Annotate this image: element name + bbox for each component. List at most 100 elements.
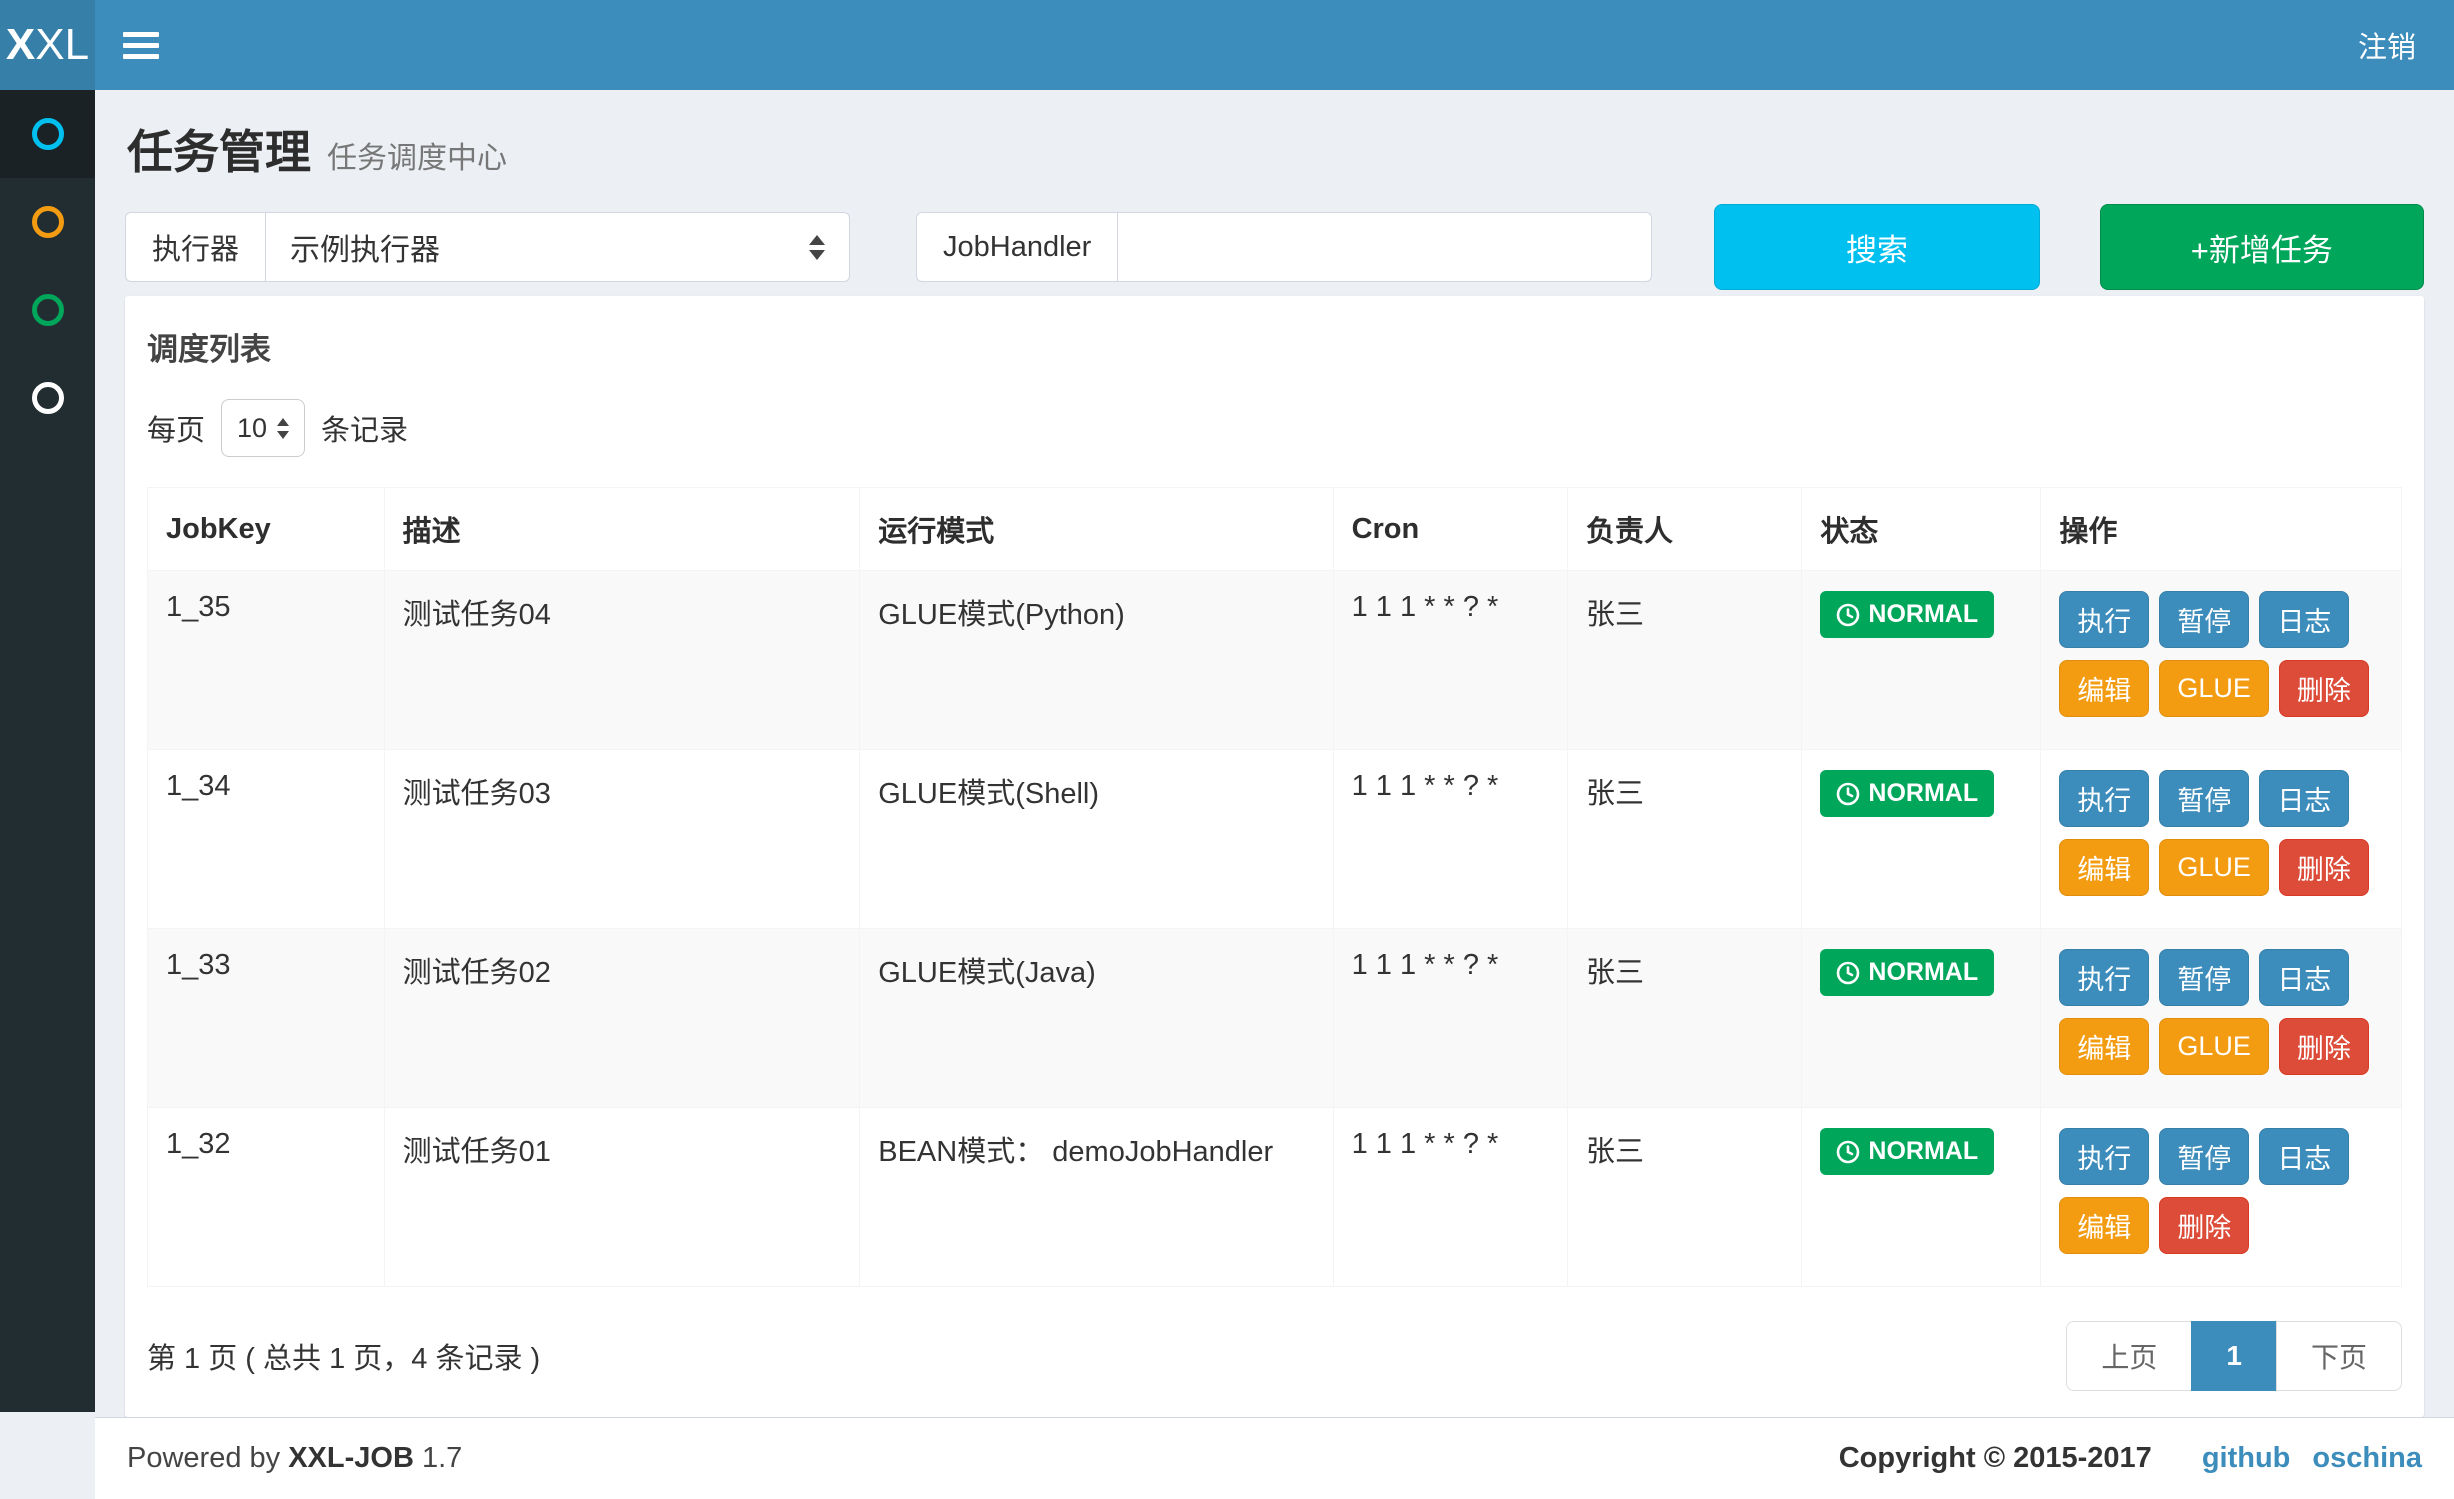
glue-button[interactable]: GLUE	[2159, 1018, 2269, 1075]
edit-button[interactable]: 编辑	[2059, 660, 2149, 717]
run-mode-cell: GLUE模式(Java)	[860, 929, 1333, 1108]
sidebar-toggle-button[interactable]	[95, 0, 187, 90]
pause-button[interactable]: 暂停	[2159, 591, 2249, 648]
sidebar-item-menu-2[interactable]	[0, 178, 95, 266]
app-logo-text-bold: X	[6, 20, 35, 70]
pause-button[interactable]: 暂停	[2159, 949, 2249, 1006]
executor-select[interactable]: 示例执行器	[265, 212, 850, 282]
add-job-button[interactable]: +新增任务	[2100, 204, 2424, 290]
prev-page-button[interactable]: 上页	[2066, 1321, 2192, 1391]
executor-filter-group: 执行器 示例执行器	[125, 212, 850, 282]
column-header: 运行模式	[860, 488, 1333, 571]
description-cell: 测试任务03	[384, 750, 860, 929]
log-button[interactable]: 日志	[2259, 1128, 2349, 1185]
filter-toolbar: 执行器 示例执行器 JobHandler 搜索 +新增任务	[125, 204, 2424, 290]
github-link[interactable]: github	[2202, 1442, 2291, 1474]
action-button-row: 执行暂停日志	[2059, 949, 2383, 1006]
column-header: 状态	[1802, 488, 2041, 571]
search-button[interactable]: 搜索	[1714, 204, 2039, 290]
page-title-text: 任务管理	[127, 116, 311, 182]
log-button[interactable]: 日志	[2259, 770, 2349, 827]
page-size-value: 10	[237, 413, 267, 444]
status-badge: NORMAL	[1820, 591, 1994, 638]
sidebar-item-menu-1[interactable]	[0, 90, 95, 178]
footer-links: github oschina	[2180, 1442, 2422, 1475]
copyright-area: Copyright © 2015-2017 github oschina	[1839, 1442, 2422, 1475]
actions-cell: 执行暂停日志编辑GLUE删除	[2041, 929, 2402, 1108]
select-arrows-icon	[277, 418, 289, 439]
delete-button[interactable]: 删除	[2159, 1197, 2249, 1254]
action-button-row: 编辑删除	[2059, 1197, 2383, 1254]
action-button-row: 编辑GLUE删除	[2059, 660, 2383, 717]
status-badge: NORMAL	[1820, 1128, 1994, 1175]
powered-by-prefix: Powered by	[127, 1442, 280, 1474]
run-button[interactable]: 执行	[2059, 591, 2149, 648]
sidebar-menu	[0, 90, 95, 442]
glue-button[interactable]: GLUE	[2159, 839, 2269, 896]
copyright-text: Copyright © 2015-2017	[1839, 1442, 2152, 1475]
jobkey-cell: 1_33	[148, 929, 385, 1108]
actions-cell: 执行暂停日志编辑GLUE删除	[2041, 750, 2402, 929]
delete-button[interactable]: 删除	[2279, 1018, 2369, 1075]
current-page-button[interactable]: 1	[2191, 1321, 2277, 1391]
cron-cell: 1 1 1 * * ? *	[1333, 1108, 1567, 1287]
edit-button[interactable]: 编辑	[2059, 839, 2149, 896]
jobkey-cell: 1_32	[148, 1108, 385, 1287]
page-title: 任务管理 任务调度中心	[127, 116, 2422, 182]
column-header: Cron	[1333, 488, 1567, 571]
page-size-prefix: 每页	[147, 407, 205, 449]
pause-button[interactable]: 暂停	[2159, 770, 2249, 827]
log-button[interactable]: 日志	[2259, 949, 2349, 1006]
action-button-row: 执行暂停日志	[2059, 770, 2383, 827]
cron-cell: 1 1 1 * * ? *	[1333, 571, 1567, 750]
delete-button[interactable]: 删除	[2279, 660, 2369, 717]
run-button[interactable]: 执行	[2059, 1128, 2149, 1185]
app-logo-text: XL	[35, 20, 89, 70]
hamburger-icon	[123, 54, 159, 59]
pause-button[interactable]: 暂停	[2159, 1128, 2249, 1185]
panel-title: 调度列表	[147, 324, 2402, 369]
sidebar-item-menu-3[interactable]	[0, 266, 95, 354]
table-row: 1_32测试任务01BEAN模式： demoJobHandler1 1 1 * …	[148, 1108, 2402, 1287]
pagination-summary: 第 1 页 ( 总共 1 页，4 条记录 )	[147, 1335, 540, 1377]
actions-cell: 执行暂停日志编辑GLUE删除	[2041, 571, 2402, 750]
column-header: 负责人	[1567, 488, 1801, 571]
content-wrapper: 任务管理 任务调度中心 执行器 示例执行器 JobHandler 搜索 +新增任…	[95, 90, 2454, 1417]
schedule-list-panel: 调度列表 每页 10 条记录 JobKey描述运行模式Cron负责人状态操作 1…	[125, 296, 2424, 1417]
owner-cell: 张三	[1567, 1108, 1801, 1287]
circle-icon	[32, 206, 64, 238]
circle-icon	[32, 118, 64, 150]
app-logo[interactable]: XXL	[0, 0, 95, 90]
table-row: 1_34测试任务03GLUE模式(Shell)1 1 1 * * ? *张三NO…	[148, 750, 2402, 929]
page-size-control: 每页 10 条记录	[147, 399, 2402, 457]
column-header: 操作	[2041, 488, 2402, 571]
job-table: JobKey描述运行模式Cron负责人状态操作 1_35测试任务04GLUE模式…	[147, 487, 2402, 1287]
description-cell: 测试任务04	[384, 571, 860, 750]
cron-cell: 1 1 1 * * ? *	[1333, 750, 1567, 929]
hamburger-icon	[123, 32, 159, 37]
glue-button[interactable]: GLUE	[2159, 660, 2269, 717]
run-button[interactable]: 执行	[2059, 770, 2149, 827]
cron-cell: 1 1 1 * * ? *	[1333, 929, 1567, 1108]
log-button[interactable]: 日志	[2259, 591, 2349, 648]
clock-icon	[1836, 603, 1860, 627]
owner-cell: 张三	[1567, 571, 1801, 750]
jobhandler-input[interactable]	[1117, 212, 1652, 282]
jobkey-cell: 1_34	[148, 750, 385, 929]
delete-button[interactable]: 删除	[2279, 839, 2369, 896]
logout-link[interactable]: 注销	[2320, 0, 2454, 90]
edit-button[interactable]: 编辑	[2059, 1018, 2149, 1075]
page-subtitle: 任务调度中心	[327, 133, 507, 177]
next-page-button[interactable]: 下页	[2276, 1321, 2402, 1391]
sidebar	[0, 90, 95, 1412]
edit-button[interactable]: 编辑	[2059, 1197, 2149, 1254]
status-cell: NORMAL	[1802, 1108, 2041, 1287]
run-button[interactable]: 执行	[2059, 949, 2149, 1006]
page-size-select[interactable]: 10	[221, 399, 305, 457]
run-mode-cell: GLUE模式(Shell)	[860, 750, 1333, 929]
action-button-row: 执行暂停日志	[2059, 1128, 2383, 1185]
oschina-link[interactable]: oschina	[2312, 1442, 2422, 1474]
status-cell: NORMAL	[1802, 571, 2041, 750]
sidebar-item-menu-4[interactable]	[0, 354, 95, 442]
actions-cell: 执行暂停日志编辑删除	[2041, 1108, 2402, 1287]
